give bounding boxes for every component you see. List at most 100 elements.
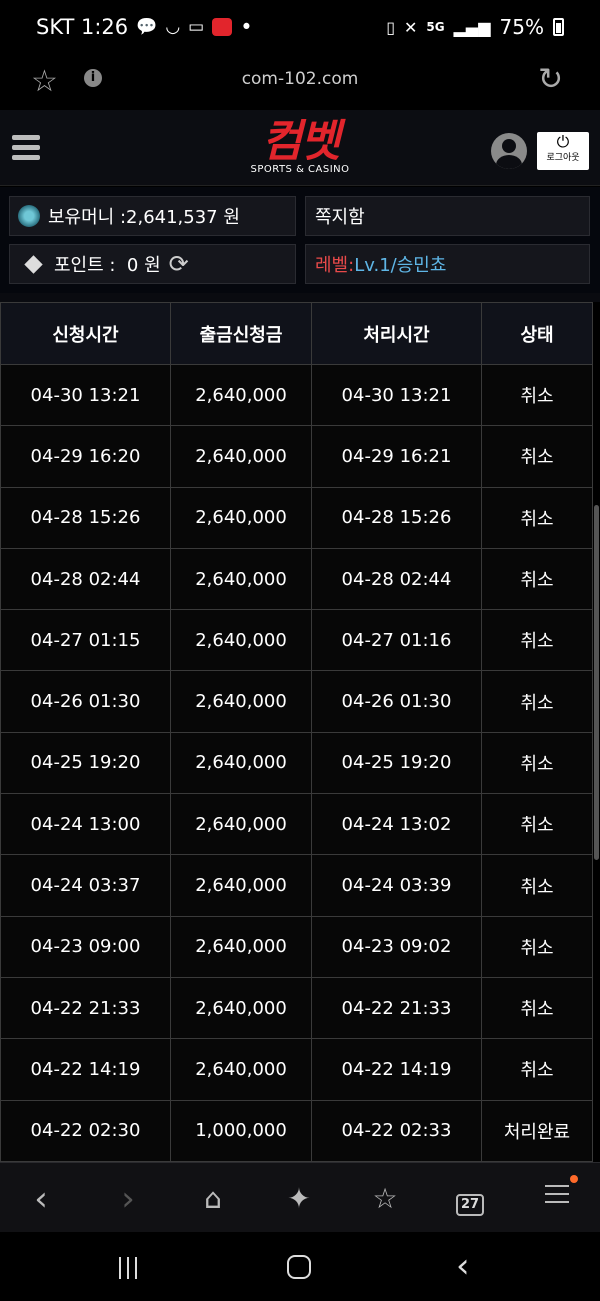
cell-processed-time: 04-22 21:33 bbox=[311, 976, 482, 1040]
bookmark-icon[interactable]: ☆ bbox=[365, 1179, 405, 1219]
tabs-button[interactable]: 27 bbox=[450, 1179, 490, 1219]
cell-status: 취소 bbox=[481, 793, 593, 856]
withdrawal-history-table: 신청시간 출금신청금 처리시간 상태 04-30 13:21 2,640,000 0… bbox=[0, 302, 593, 1162]
site-header: 컴벳 SPORTS & CASINO ⏻ 로그아웃 bbox=[0, 110, 600, 186]
account-info-panel: 보유머니 :2,641,537 원 쪽지함 포인트 : 0 원 ⟳ 레벨: Lv… bbox=[0, 187, 600, 293]
cell-processed-time: 04-22 14:19 bbox=[311, 1038, 482, 1101]
cell-status: 취소 bbox=[481, 425, 593, 488]
url-text[interactable]: com-102.com bbox=[0, 69, 600, 89]
logout-label: 로그아웃 bbox=[546, 153, 580, 163]
cell-request-time: 04-26 01:30 bbox=[0, 670, 171, 733]
cell-amount: 2,640,000 bbox=[170, 547, 312, 611]
chat-icon: 💬 bbox=[136, 17, 158, 37]
table-row: 04-24 13:00 2,640,000 04-24 13:02 취소 bbox=[0, 793, 593, 856]
table-row: 04-22 21:33 2,640,000 04-22 21:33 취소 bbox=[0, 976, 593, 1040]
cell-status: 취소 bbox=[481, 486, 593, 549]
point-box: 포인트 : 0 원 ⟳ bbox=[9, 244, 296, 284]
coin-icon bbox=[18, 205, 40, 227]
logout-button[interactable]: ⏻ 로그아웃 bbox=[537, 132, 589, 170]
cell-request-time: 04-28 15:26 bbox=[0, 486, 171, 549]
back-icon[interactable]: ‹ bbox=[21, 1179, 61, 1219]
header-request-time: 신청시간 bbox=[0, 302, 171, 365]
table-row: 04-25 19:20 2,640,000 04-25 19:20 취소 bbox=[0, 731, 593, 795]
table-row: 04-27 01:15 2,640,000 04-27 01:16 취소 bbox=[0, 609, 593, 672]
reload-icon[interactable]: ↻ bbox=[538, 62, 563, 97]
tabs-icon: 27 bbox=[456, 1194, 484, 1216]
divider bbox=[0, 293, 600, 302]
header-amount: 출금신청금 bbox=[170, 302, 312, 365]
cell-request-time: 04-22 02:30 bbox=[0, 1099, 171, 1162]
cell-amount: 2,640,000 bbox=[170, 1038, 312, 1101]
table-row: 04-28 15:26 2,640,000 04-28 15:26 취소 bbox=[0, 486, 593, 549]
table-row: 04-22 14:19 2,640,000 04-22 14:19 취소 bbox=[0, 1038, 593, 1101]
cell-amount: 2,640,000 bbox=[170, 609, 312, 672]
browser-url-bar: ☆ i com-102.com ↻ bbox=[0, 54, 600, 110]
cell-status: 취소 bbox=[481, 547, 593, 611]
cell-amount: 1,000,000 bbox=[170, 1099, 312, 1162]
cell-processed-time: 04-24 03:39 bbox=[311, 854, 482, 917]
cell-amount: 2,640,000 bbox=[170, 731, 312, 795]
cell-status: 취소 bbox=[481, 854, 593, 917]
cell-status: 취소 bbox=[481, 609, 593, 672]
page-scrollbar[interactable] bbox=[594, 505, 599, 860]
cell-processed-time: 04-25 19:20 bbox=[311, 731, 482, 795]
cell-request-time: 04-30 13:21 bbox=[0, 363, 171, 427]
level-value: Lv.1/승민쵸 bbox=[354, 255, 447, 276]
mute-icon: ✕ bbox=[404, 17, 418, 37]
logo-text: 컴벳 bbox=[261, 116, 341, 167]
status-dot: • bbox=[240, 15, 253, 39]
cell-status: 취소 bbox=[481, 976, 593, 1040]
points-text: 포인트 : 0 원 bbox=[54, 255, 161, 276]
header-processed-time: 처리시간 bbox=[311, 302, 482, 365]
cell-request-time: 04-24 03:37 bbox=[0, 854, 171, 917]
cell-processed-time: 04-29 16:21 bbox=[311, 425, 482, 488]
cell-request-time: 04-22 14:19 bbox=[0, 1038, 171, 1101]
refresh-icon[interactable]: ⟳ bbox=[169, 250, 189, 278]
recent-apps-icon[interactable] bbox=[119, 1257, 143, 1279]
cell-status: 처리완료 bbox=[481, 1099, 593, 1162]
cell-status: 취소 bbox=[481, 731, 593, 795]
table-header-row: 신청시간 출금신청금 처리시간 상태 bbox=[0, 302, 593, 365]
messages-label: 쪽지함 bbox=[315, 207, 365, 228]
cell-amount: 2,640,000 bbox=[170, 425, 312, 488]
cell-processed-time: 04-23 09:02 bbox=[311, 915, 482, 978]
sparkle-icon[interactable]: ✦ bbox=[279, 1179, 319, 1219]
carrier-time: SKT 1:26 bbox=[36, 15, 129, 39]
user-avatar-icon[interactable] bbox=[491, 133, 527, 169]
battery-percent: 75% bbox=[499, 15, 544, 39]
system-nav-bar: ‹ bbox=[0, 1232, 600, 1301]
cell-request-time: 04-29 16:20 bbox=[0, 425, 171, 488]
table-row: 04-29 16:20 2,640,000 04-29 16:21 취소 bbox=[0, 425, 593, 488]
cell-status: 취소 bbox=[481, 363, 593, 427]
browser-bottom-nav: ‹ › ⌂ ✦ ☆ 27 bbox=[0, 1162, 600, 1232]
level-label: 레벨: bbox=[315, 255, 355, 276]
money-text: 보유머니 :2,641,537 원 bbox=[48, 207, 240, 228]
cell-amount: 2,640,000 bbox=[170, 793, 312, 856]
cell-request-time: 04-25 19:20 bbox=[0, 731, 171, 795]
table-row: 04-24 03:37 2,640,000 04-24 03:39 취소 bbox=[0, 854, 593, 917]
battery-saver-icon: ▯ bbox=[386, 17, 396, 37]
cell-amount: 2,640,000 bbox=[170, 486, 312, 549]
cell-request-time: 04-23 09:00 bbox=[0, 915, 171, 978]
home-icon[interactable]: ⌂ bbox=[193, 1179, 233, 1219]
signal-icon: ▂▄▆ bbox=[453, 17, 491, 37]
system-back-icon[interactable]: ‹ bbox=[456, 1246, 470, 1286]
hamburger-icon[interactable] bbox=[12, 135, 40, 163]
table-row: 04-23 09:00 2,640,000 04-23 09:02 취소 bbox=[0, 915, 593, 978]
header-status: 상태 bbox=[481, 302, 593, 365]
level-box: 레벨: Lv.1/승민쵸 bbox=[305, 244, 590, 284]
diamond-icon bbox=[24, 254, 43, 274]
table-row: 04-28 02:44 2,640,000 04-28 02:44 취소 bbox=[0, 547, 593, 611]
site-logo[interactable]: 컴벳 SPORTS & CASINO bbox=[240, 116, 360, 175]
forward-icon[interactable]: › bbox=[108, 1179, 148, 1219]
cell-amount: 2,640,000 bbox=[170, 363, 312, 427]
system-home-icon[interactable] bbox=[287, 1255, 311, 1279]
cell-request-time: 04-28 02:44 bbox=[0, 547, 171, 611]
cell-status: 취소 bbox=[481, 1038, 593, 1101]
message-box-button[interactable]: 쪽지함 bbox=[305, 196, 590, 236]
table-row: 04-26 01:30 2,640,000 04-26 01:30 취소 bbox=[0, 670, 593, 733]
cell-amount: 2,640,000 bbox=[170, 976, 312, 1040]
money-box: 보유머니 :2,641,537 원 bbox=[9, 196, 296, 236]
menu-icon[interactable] bbox=[537, 1179, 577, 1219]
cell-status: 취소 bbox=[481, 915, 593, 978]
